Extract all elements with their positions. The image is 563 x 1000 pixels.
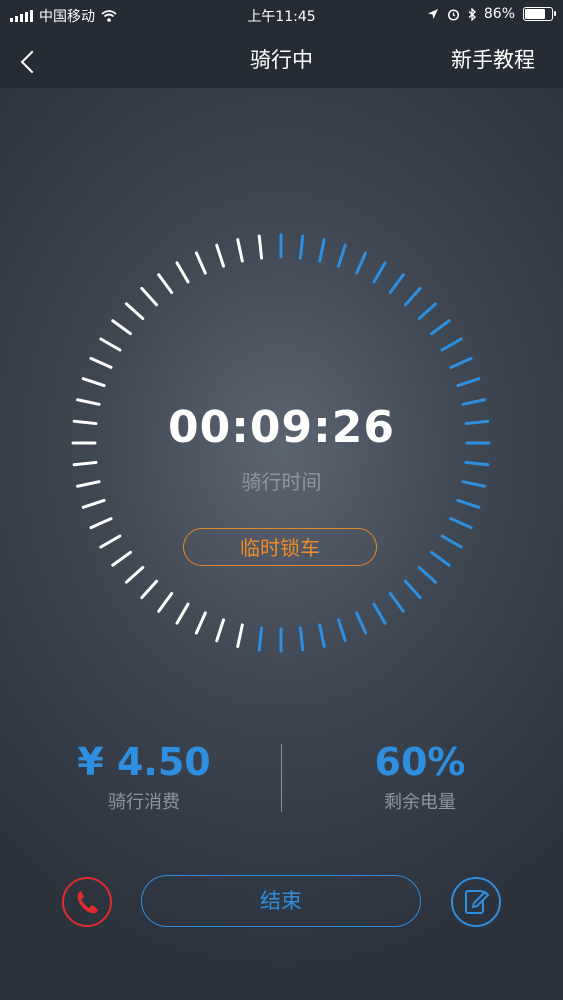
dial-tick — [257, 626, 264, 652]
dial-tick — [111, 319, 133, 336]
edit-icon — [465, 890, 490, 914]
dial-tick — [440, 534, 463, 549]
dial-tick — [403, 579, 422, 600]
status-bar: 中国移动 上午11:45 86% — [0, 0, 563, 30]
dial-tick — [257, 234, 264, 260]
dial-tick — [336, 618, 347, 643]
report-button[interactable] — [451, 877, 501, 927]
dial-tick — [124, 565, 145, 584]
dial-tick — [175, 602, 190, 625]
battery-percent: 86% — [483, 6, 515, 22]
dial-tick — [298, 626, 305, 652]
tutorial-link[interactable]: 新手教程 — [451, 44, 535, 74]
stats-divider — [281, 744, 282, 812]
dial-tick — [89, 356, 113, 369]
dial-tick — [81, 377, 106, 388]
dial-tick — [236, 238, 244, 263]
dial-tick — [318, 238, 326, 263]
ride-progress-dial — [71, 233, 491, 653]
bluetooth-icon — [468, 7, 476, 21]
dial-tick — [456, 377, 481, 388]
dial-tick — [140, 286, 159, 307]
dial-tick — [355, 611, 368, 635]
dial-tick — [111, 550, 133, 567]
dial-tick — [440, 337, 463, 352]
dial-tick — [81, 498, 106, 509]
phone-icon — [77, 891, 98, 914]
dial-tick — [140, 579, 159, 600]
ride-cost-value: ¥ 4.50 — [77, 740, 211, 784]
dial-tick — [355, 251, 368, 275]
dial-tick — [372, 602, 387, 625]
dial-tick — [175, 261, 190, 284]
dial-tick — [449, 356, 473, 369]
dial-tick — [449, 517, 473, 530]
nav-bar: 骑行中 新手教程 — [0, 30, 563, 88]
dial-tick — [194, 251, 207, 275]
alarm-icon — [447, 8, 459, 21]
dial-tick — [417, 565, 438, 584]
dial-tick — [215, 618, 226, 643]
remaining-battery-label: 剩余电量 — [384, 792, 456, 813]
dial-tick — [336, 243, 347, 268]
dial-tick — [89, 517, 113, 530]
dial-tick — [157, 591, 174, 613]
ride-timer-label: 骑行时间 — [241, 470, 322, 494]
dial-tick — [456, 498, 481, 509]
end-ride-button[interactable]: 结束 — [141, 875, 421, 927]
dial-tick — [388, 273, 405, 295]
battery-icon — [523, 7, 556, 21]
dial-tick — [464, 460, 490, 467]
call-button[interactable] — [62, 877, 112, 927]
dial-tick — [417, 302, 438, 321]
dial-tick — [157, 273, 174, 295]
location-icon — [427, 9, 438, 19]
temporary-lock-button[interactable]: 临时锁车 — [183, 528, 377, 566]
dial-tick — [99, 534, 122, 549]
dial-tick — [72, 460, 98, 467]
dial-tick — [318, 623, 326, 648]
remaining-battery-value: 60% — [374, 740, 466, 784]
dial-tick — [429, 550, 451, 567]
ride-cost-label: 骑行消费 — [108, 792, 180, 813]
dial-tick — [372, 261, 387, 284]
dial-tick — [215, 243, 226, 268]
dial-tick — [194, 611, 207, 635]
dial-tick — [124, 302, 145, 321]
dial-tick — [99, 337, 122, 352]
dial-tick — [388, 591, 405, 613]
ride-cost: ¥ 4.50 骑行消费 — [24, 740, 264, 814]
dial-tick — [298, 234, 305, 260]
ride-timer: 00:09:26 — [168, 402, 395, 453]
dial-tick — [403, 286, 422, 307]
dial-tick — [429, 319, 451, 336]
remaining-battery: 60% 剩余电量 — [300, 740, 540, 814]
dial-tick — [236, 623, 244, 648]
